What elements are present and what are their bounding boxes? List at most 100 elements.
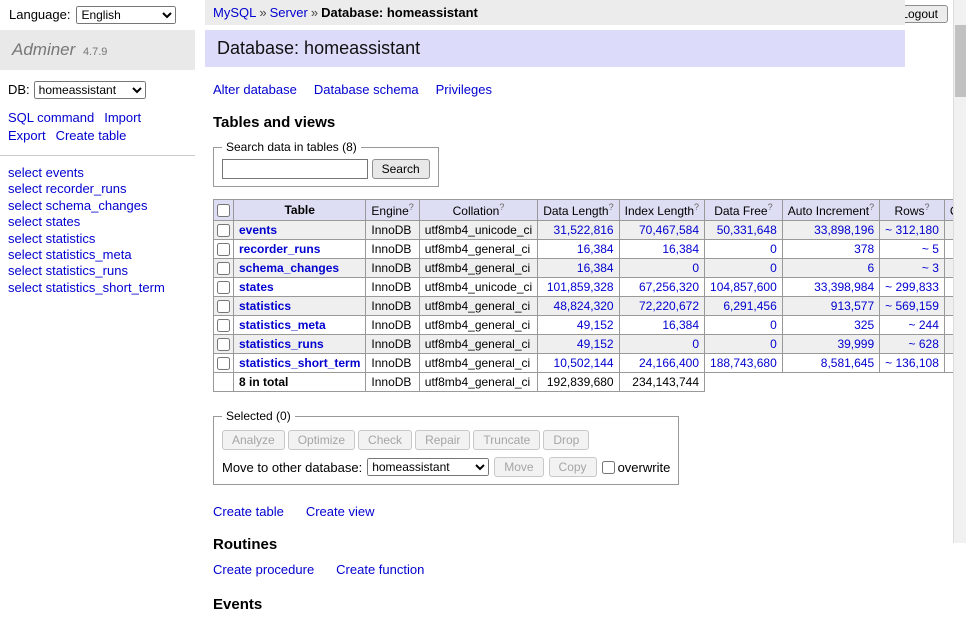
table-link-states[interactable]: states — [239, 280, 274, 294]
data-free-link[interactable]: 6,291,456 — [723, 299, 776, 313]
breadcrumb-mysql-link[interactable]: MySQL — [213, 5, 256, 20]
auto-increment-link[interactable]: 8,581,645 — [821, 356, 874, 370]
table-link-statistics_meta[interactable]: statistics_meta — [239, 318, 326, 332]
scrollbar-thumb[interactable] — [955, 25, 966, 97]
column-help-link[interactable]: ? — [768, 202, 773, 212]
data-length-link[interactable]: 31,522,816 — [554, 223, 614, 237]
auto-increment-link[interactable]: 6 — [867, 261, 874, 275]
data-length-link[interactable]: 16,384 — [577, 242, 614, 256]
row-checkbox-statistics_meta[interactable] — [217, 319, 230, 332]
sidebar-table-link-states[interactable]: states — [46, 214, 81, 229]
data-length-link[interactable]: 49,152 — [577, 318, 614, 332]
search-input[interactable] — [222, 159, 368, 179]
auto-increment-link[interactable]: 33,898,196 — [814, 223, 874, 237]
row-checkbox-states[interactable] — [217, 281, 230, 294]
data-length-link[interactable]: 16,384 — [577, 261, 614, 275]
index-length-link[interactable]: 0 — [692, 337, 699, 351]
sidebar-table-link-statistics_meta[interactable]: statistics_meta — [46, 247, 132, 262]
create-table-link[interactable]: Create table — [213, 504, 284, 519]
data-length-link[interactable]: 48,824,320 — [554, 299, 614, 313]
export-link[interactable]: Export — [8, 128, 46, 143]
index-length-link[interactable]: 24,166,400 — [639, 356, 699, 370]
sidebar-table-link-statistics_short_term[interactable]: statistics_short_term — [46, 280, 165, 295]
search-button[interactable]: Search — [372, 159, 430, 179]
index-length-link[interactable]: 67,256,320 — [639, 280, 699, 294]
rows-count-link[interactable]: ~ 299,833 — [885, 280, 939, 294]
index-length-link[interactable]: 72,220,672 — [639, 299, 699, 313]
rows-count-link[interactable]: ~ 312,180 — [885, 223, 939, 237]
drop-button[interactable]: Drop — [543, 430, 589, 450]
select-all-checkbox[interactable] — [217, 204, 230, 217]
index-length-link[interactable]: 16,384 — [662, 318, 699, 332]
data-length-link[interactable]: 101,859,328 — [547, 280, 614, 294]
sidebar-select-link-statistics_short_term[interactable]: select — [8, 280, 42, 295]
database-schema-link[interactable]: Database schema — [314, 82, 419, 97]
row-checkbox-schema_changes[interactable] — [217, 262, 230, 275]
data-free-link[interactable]: 0 — [770, 242, 777, 256]
breadcrumb-server-link[interactable]: Server — [270, 5, 308, 20]
rows-count-link[interactable]: ~ 5 — [922, 242, 939, 256]
sidebar-table-link-statistics[interactable]: statistics — [46, 231, 96, 246]
sidebar-table-link-events[interactable]: events — [46, 165, 84, 180]
data-length-link[interactable]: 49,152 — [577, 337, 614, 351]
index-length-link[interactable]: 0 — [692, 261, 699, 275]
column-help-link[interactable]: ? — [499, 202, 504, 212]
sidebar-select-link-statistics_meta[interactable]: select — [8, 247, 42, 262]
sidebar-table-link-recorder_runs[interactable]: recorder_runs — [46, 181, 127, 196]
index-length-link[interactable]: 16,384 — [662, 242, 699, 256]
repair-button[interactable]: Repair — [415, 430, 470, 450]
table-link-schema_changes[interactable]: schema_changes — [239, 261, 339, 275]
data-free-link[interactable]: 0 — [770, 337, 777, 351]
column-help-link[interactable]: ? — [409, 202, 414, 212]
auto-increment-link[interactable]: 39,999 — [837, 337, 874, 351]
table-link-statistics[interactable]: statistics — [239, 299, 291, 313]
sidebar-select-link-recorder_runs[interactable]: select — [8, 181, 42, 196]
sidebar-select-link-events[interactable]: select — [8, 165, 42, 180]
sidebar-select-link-schema_changes[interactable]: select — [8, 198, 42, 213]
column-help-link[interactable]: ? — [925, 202, 930, 212]
row-checkbox-recorder_runs[interactable] — [217, 243, 230, 256]
truncate-button[interactable]: Truncate — [473, 430, 540, 450]
sidebar-select-link-statistics[interactable]: select — [8, 231, 42, 246]
import-link[interactable]: Import — [104, 110, 141, 125]
rows-count-link[interactable]: ~ 136,108 — [885, 356, 939, 370]
auto-increment-link[interactable]: 913,577 — [831, 299, 874, 313]
data-free-link[interactable]: 188,743,680 — [710, 356, 777, 370]
sql-command-link[interactable]: SQL command — [8, 110, 94, 125]
row-checkbox-statistics[interactable] — [217, 300, 230, 313]
row-checkbox-events[interactable] — [217, 224, 230, 237]
table-link-recorder_runs[interactable]: recorder_runs — [239, 242, 320, 256]
column-help-link[interactable]: ? — [869, 202, 874, 212]
create-function-link[interactable]: Create function — [336, 562, 424, 577]
alter-database-link[interactable]: Alter database — [213, 82, 297, 97]
create-procedure-link[interactable]: Create procedure — [213, 562, 314, 577]
table-link-statistics_short_term[interactable]: statistics_short_term — [239, 356, 360, 370]
adminer-home-link[interactable]: Adminer — [12, 40, 75, 59]
scrollbar[interactable] — [953, 0, 966, 543]
data-free-link[interactable]: 104,857,600 — [710, 280, 777, 294]
row-checkbox-statistics_short_term[interactable] — [217, 357, 230, 370]
data-length-link[interactable]: 10,502,144 — [554, 356, 614, 370]
analyze-button[interactable]: Analyze — [222, 430, 285, 450]
auto-increment-link[interactable]: 325 — [854, 318, 874, 332]
rows-count-link[interactable]: ~ 569,159 — [885, 299, 939, 313]
column-help-link[interactable]: ? — [694, 202, 699, 212]
sidebar-table-link-statistics_runs[interactable]: statistics_runs — [46, 263, 128, 278]
table-link-events[interactable]: events — [239, 223, 277, 237]
rows-count-link[interactable]: ~ 628 — [909, 337, 939, 351]
auto-increment-link[interactable]: 378 — [854, 242, 874, 256]
data-free-link[interactable]: 0 — [770, 318, 777, 332]
row-checkbox-statistics_runs[interactable] — [217, 338, 230, 351]
column-help-link[interactable]: ? — [609, 202, 614, 212]
rows-count-link[interactable]: ~ 244 — [909, 318, 939, 332]
data-free-link[interactable]: 50,331,648 — [717, 223, 777, 237]
optimize-button[interactable]: Optimize — [288, 430, 355, 450]
sidebar-create-table-link[interactable]: Create table — [56, 128, 127, 143]
privileges-link[interactable]: Privileges — [436, 82, 492, 97]
sidebar-select-link-statistics_runs[interactable]: select — [8, 263, 42, 278]
sidebar-table-link-schema_changes[interactable]: schema_changes — [46, 198, 148, 213]
overwrite-checkbox[interactable] — [602, 461, 615, 474]
index-length-link[interactable]: 70,467,584 — [639, 223, 699, 237]
auto-increment-link[interactable]: 33,398,984 — [814, 280, 874, 294]
check-button[interactable]: Check — [358, 430, 412, 450]
